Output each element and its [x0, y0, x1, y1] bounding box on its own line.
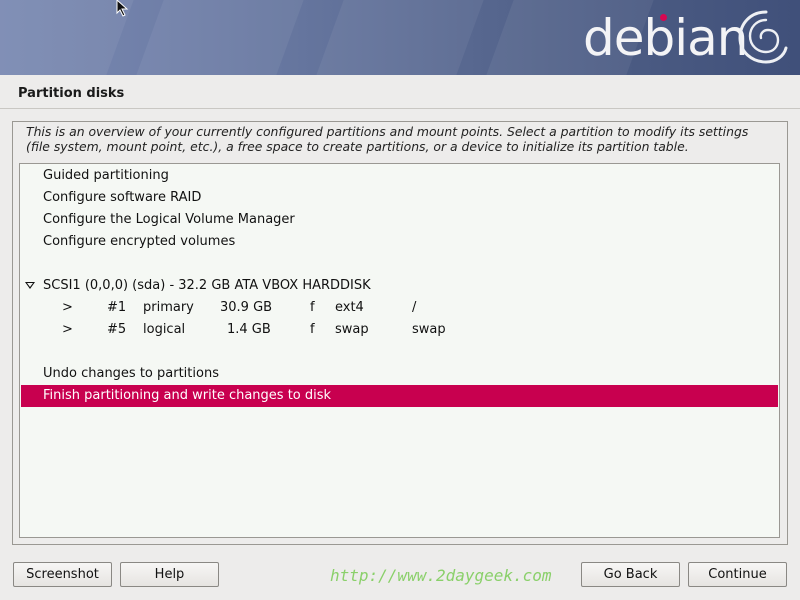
page-title: Partition disks: [18, 86, 125, 101]
partition-number: #5: [107, 322, 127, 337]
continue-button[interactable]: Continue: [688, 562, 787, 587]
partition-fs: ext4: [335, 300, 364, 315]
menu-item-guided-partitioning[interactable]: Guided partitioning: [21, 165, 778, 187]
menu-item-label: Undo changes to partitions: [43, 366, 219, 381]
page-description: This is an overview of your currently co…: [26, 124, 749, 154]
partition-mount: /: [412, 300, 417, 315]
partition-arrow: >: [62, 300, 73, 315]
mouse-cursor-icon: [116, 0, 129, 17]
menu-item-undo-changes[interactable]: Undo changes to partitions: [21, 363, 778, 385]
menu-item-label: Guided partitioning: [43, 168, 169, 183]
partition-size: 30.9 GB: [220, 300, 273, 315]
partition-flag: f: [310, 322, 315, 337]
partition-type: logical: [143, 322, 186, 337]
partition-fs: swap: [335, 322, 369, 337]
menu-item-encrypted-volumes[interactable]: Configure encrypted volumes: [21, 231, 778, 253]
menu-item-label: Configure software RAID: [43, 190, 202, 205]
partition-mount: swap: [412, 322, 446, 337]
screenshot-button[interactable]: Screenshot: [13, 562, 112, 587]
partition-row[interactable]: > #1 primary 30.9 GB f ext4 /: [21, 297, 778, 319]
title-divider: [0, 108, 800, 109]
partition-row[interactable]: > #5 logical 1.4 GB f swap swap: [21, 319, 778, 341]
header-banner: debian: [0, 0, 800, 75]
partition-number: #1: [107, 300, 127, 315]
menu-item-lvm[interactable]: Configure the Logical Volume Manager: [21, 209, 778, 231]
go-back-button[interactable]: Go Back: [581, 562, 680, 587]
partition-arrow: >: [62, 322, 73, 337]
debian-swirl-icon: [738, 10, 788, 64]
partition-list[interactable]: Guided partitioning Configure software R…: [19, 163, 780, 538]
watermark-text: http://www.2daygeek.com: [330, 566, 552, 585]
debian-logo-dot: [660, 14, 667, 21]
disk-sda-row[interactable]: SCSI1 (0,0,0) (sda) - 32.2 GB ATA VBOX H…: [21, 275, 778, 297]
menu-item-label: Finish partitioning and write changes to…: [43, 388, 332, 403]
menu-item-label: Configure the Logical Volume Manager: [43, 212, 295, 227]
help-button[interactable]: Help: [120, 562, 219, 587]
menu-item-software-raid[interactable]: Configure software RAID: [21, 187, 778, 209]
menu-item-label: Configure encrypted volumes: [43, 234, 236, 249]
partition-flag: f: [310, 300, 315, 315]
expand-triangle-icon: [25, 282, 35, 289]
disk-label: SCSI1 (0,0,0) (sda) - 32.2 GB ATA VBOX H…: [43, 278, 371, 293]
menu-item-finish-partitioning[interactable]: Finish partitioning and write changes to…: [21, 385, 778, 407]
partition-size: 1.4 GB: [227, 322, 271, 337]
partition-type: primary: [143, 300, 194, 315]
